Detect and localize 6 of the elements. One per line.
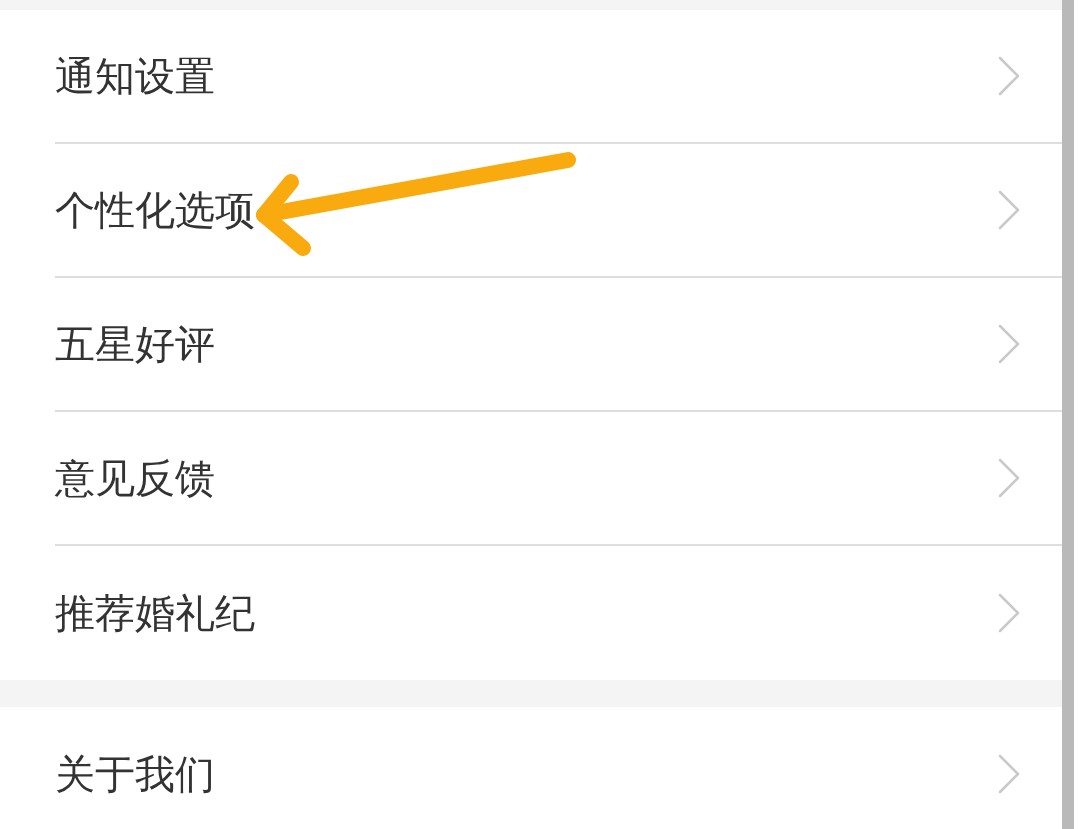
chevron-right-icon <box>998 754 1020 794</box>
chevron-right-icon <box>998 56 1020 96</box>
chevron-right-icon <box>998 190 1020 230</box>
chevron-right-icon <box>998 593 1020 633</box>
chevron-right-icon <box>998 458 1020 498</box>
chevron-right-icon <box>998 324 1020 364</box>
